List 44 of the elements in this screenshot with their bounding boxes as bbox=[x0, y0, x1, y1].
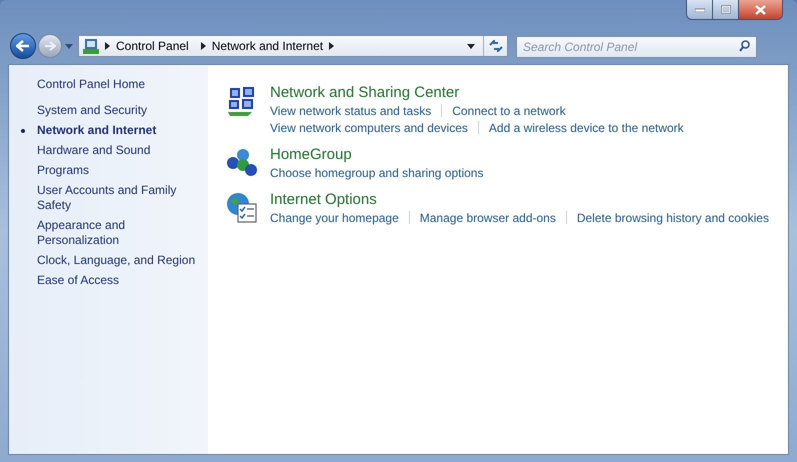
back-button[interactable] bbox=[10, 33, 36, 59]
task-link[interactable]: Choose homegroup and sharing options bbox=[270, 164, 484, 182]
sidebar-link[interactable]: User Accounts and Family Safety bbox=[37, 183, 200, 213]
task-link[interactable]: Change your homepage bbox=[270, 208, 399, 226]
chevron-icon bbox=[105, 42, 110, 50]
sidebar-link[interactable]: Network and Internet bbox=[37, 123, 200, 138]
close-button[interactable] bbox=[739, 0, 782, 19]
chevron-icon bbox=[329, 42, 334, 50]
homegroup-icon bbox=[226, 147, 258, 177]
sidebar-link[interactable]: Programs bbox=[37, 163, 200, 178]
section-title-link[interactable]: Network and Sharing Center bbox=[270, 83, 460, 102]
control-panel-icon bbox=[82, 38, 99, 54]
task-link[interactable]: Add a wireless device to the network bbox=[488, 118, 684, 136]
sidebar-link[interactable]: Appearance and Personalization bbox=[37, 218, 200, 248]
address-bar[interactable]: Control Panel Network and Internet bbox=[78, 35, 508, 57]
breadcrumb[interactable]: Network and Internet bbox=[206, 37, 330, 55]
search-field[interactable]: Search Control Panel bbox=[516, 36, 757, 58]
task-link[interactable]: Delete browsing history and cookies bbox=[576, 208, 769, 226]
task-link[interactable]: Connect to a network bbox=[452, 102, 566, 120]
section-title-link[interactable]: Internet Options bbox=[270, 190, 377, 209]
task-link[interactable]: Manage browser add-ons bbox=[420, 208, 556, 226]
maximize-button[interactable] bbox=[713, 0, 739, 19]
chevron-icon bbox=[200, 42, 206, 50]
sidebar-link[interactable]: Control Panel Home bbox=[37, 77, 200, 92]
maximize-icon bbox=[720, 5, 730, 14]
sidebar-link[interactable]: Hardware and Sound bbox=[37, 143, 200, 158]
globe-checklist-icon bbox=[226, 192, 258, 224]
refresh-icon bbox=[488, 40, 502, 52]
back-arrow-icon bbox=[16, 40, 30, 52]
section-title-link[interactable]: HomeGroup bbox=[270, 145, 352, 164]
close-icon bbox=[755, 4, 766, 14]
forward-arrow-icon bbox=[44, 41, 56, 51]
bullet-icon bbox=[21, 129, 25, 133]
caret-icon[interactable] bbox=[467, 44, 475, 48]
caret-icon bbox=[65, 44, 73, 48]
minimize-button[interactable] bbox=[687, 0, 713, 19]
breadcrumb[interactable]: Control Panel bbox=[110, 37, 195, 55]
sidebar-link[interactable]: System and Security bbox=[37, 103, 200, 118]
sidebar-link[interactable]: Clock, Language, and Region bbox=[37, 253, 200, 268]
task-link[interactable]: View network computers and devices bbox=[270, 118, 468, 136]
sidebar-link[interactable]: Ease of Access bbox=[37, 273, 200, 288]
search-icon bbox=[739, 40, 750, 52]
task-link[interactable]: View network status and tasks bbox=[270, 102, 432, 120]
minimize-icon bbox=[694, 8, 704, 12]
